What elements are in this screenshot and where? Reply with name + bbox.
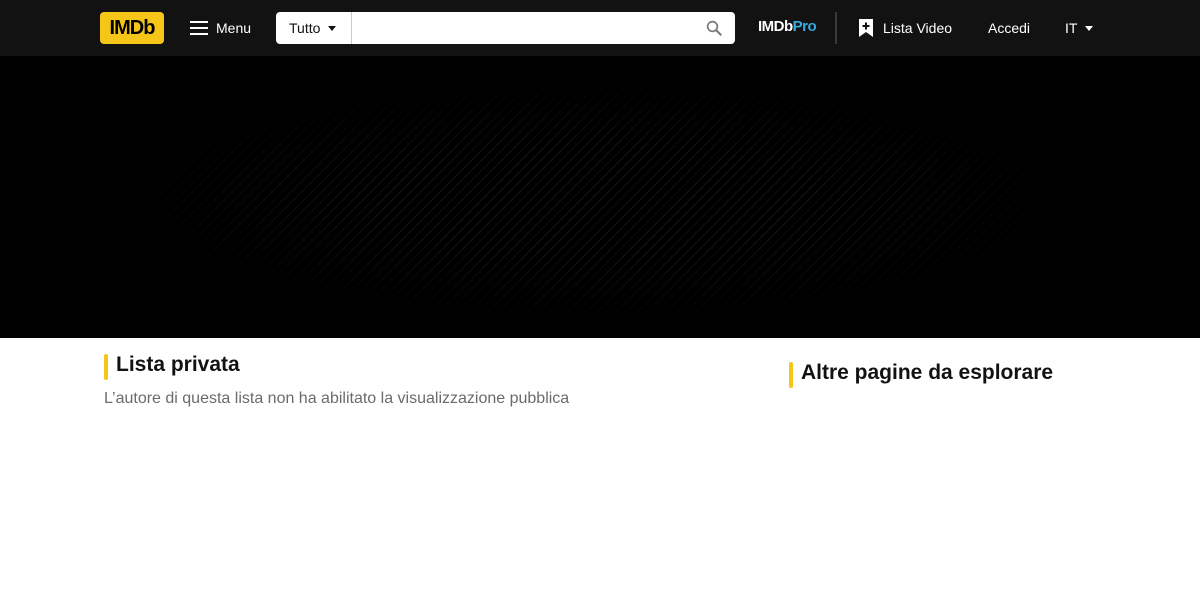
- search-category-label: Tutto: [289, 20, 321, 36]
- language-label: IT: [1065, 20, 1078, 36]
- top-navigation-bar: IMDb Menu Tutto IMDbPro Lista Video Acce…: [0, 0, 1200, 56]
- hero-pattern: [110, 76, 1090, 326]
- page-title: Lista privata: [116, 353, 240, 376]
- search-bar: Tutto: [276, 12, 735, 44]
- language-dropdown[interactable]: IT: [1065, 12, 1094, 44]
- header-divider: [835, 12, 837, 44]
- caret-down-icon: [1085, 25, 1094, 31]
- sidebar-title: Altre pagine da esplorare: [801, 361, 1054, 384]
- watchlist-label: Lista Video: [883, 20, 953, 36]
- search-input[interactable]: [352, 12, 692, 44]
- bookmark-plus-icon: [859, 19, 873, 37]
- imdbpro-link[interactable]: IMDbPro: [758, 18, 817, 38]
- sidebar-accent-bar: [789, 362, 793, 388]
- private-list-message: L’autore di questa lista non ha abilitat…: [104, 390, 570, 407]
- imdbpro-prefix: IMDb: [758, 18, 793, 35]
- hero-banner: [0, 56, 1200, 338]
- search-icon[interactable]: [705, 19, 723, 37]
- search-category-dropdown[interactable]: Tutto: [276, 12, 352, 44]
- watchlist-button[interactable]: Lista Video: [858, 12, 952, 44]
- menu-button[interactable]: Menu: [184, 12, 260, 44]
- imdbpro-suffix: Pro: [792, 18, 817, 35]
- imdb-logo[interactable]: IMDb: [100, 12, 164, 44]
- menu-label: Menu: [216, 20, 252, 36]
- signin-link[interactable]: Accedi: [988, 12, 1030, 44]
- caret-down-icon: [328, 25, 337, 31]
- hamburger-icon: [190, 21, 208, 35]
- title-accent-bar: [104, 354, 108, 380]
